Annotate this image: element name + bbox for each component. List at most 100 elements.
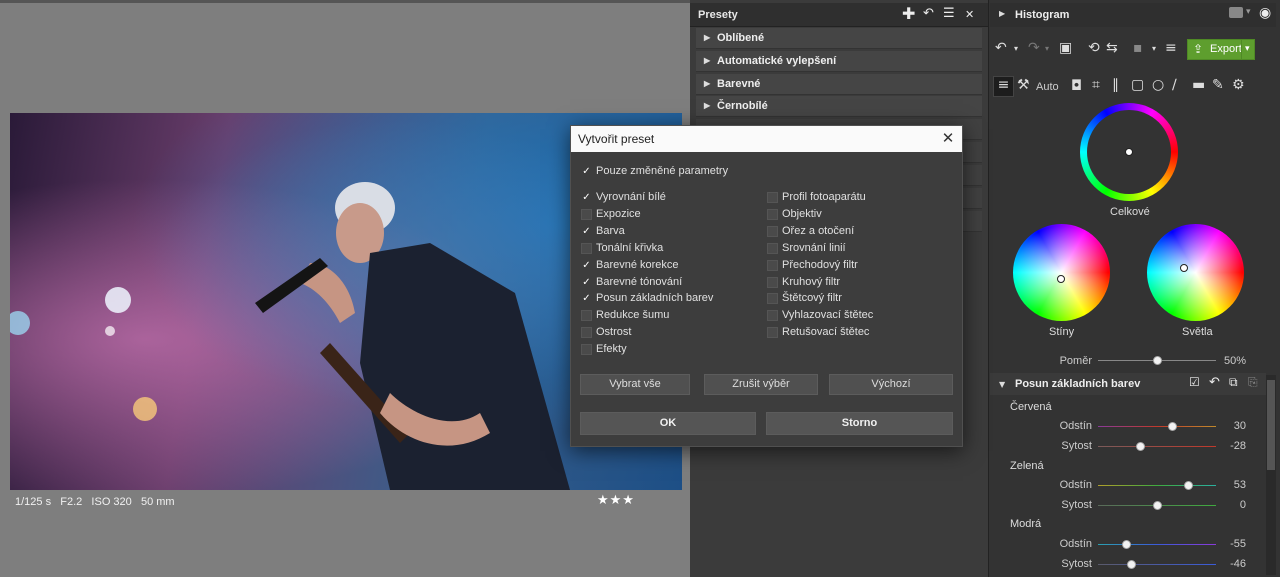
option-checkbox[interactable]: Expozice (581, 208, 641, 222)
option-checkbox[interactable]: Ořez a otočení (767, 225, 854, 239)
gear-icon[interactable]: ⚙ (1232, 77, 1245, 93)
export-dropdown-icon[interactable]: ▾ (1241, 39, 1255, 60)
preset-category-color[interactable]: ▶ Barevné (696, 74, 982, 95)
dialog-title: Vytvořit preset (578, 132, 655, 146)
presets-title: Presety (698, 9, 738, 21)
option-checkbox[interactable]: Retušovací štětec (767, 326, 869, 340)
green-hue-slider-track[interactable] (1098, 485, 1216, 486)
preset-category-bw[interactable]: ▶ Černobílé (696, 96, 982, 117)
chevron-down-icon[interactable]: ▾ (1152, 44, 1156, 53)
option-checkbox[interactable]: Redukce šumu (581, 309, 669, 323)
option-checkbox[interactable]: ✓ Barevné korekce (581, 259, 679, 273)
blue-hue-slider-knob[interactable] (1121, 540, 1131, 549)
saturation-label: Sytost (1061, 440, 1092, 452)
wheel-handle[interactable] (1057, 275, 1065, 283)
option-checkbox[interactable]: ✓ Posun základních barev (581, 292, 713, 306)
close-icon[interactable]: ✕ (965, 8, 974, 21)
scrollbar-thumb[interactable] (1267, 380, 1275, 470)
redo-icon[interactable]: ↷ (1028, 40, 1040, 56)
checkbox-icon (767, 192, 778, 203)
overall-color-wheel[interactable] (1080, 103, 1178, 201)
reset-icon[interactable]: ↶ (1209, 375, 1220, 390)
option-checkbox[interactable]: ✓ Barva (581, 225, 625, 239)
checkbox-icon (767, 327, 778, 339)
preset-category-auto[interactable]: ▶ Automatické vylepšení (696, 51, 982, 72)
undo-icon[interactable]: ↶ (995, 40, 1007, 56)
option-checkbox[interactable]: Srovnání linií (767, 242, 846, 256)
red-hue-slider-track[interactable] (1098, 426, 1216, 427)
camera-icon[interactable]: ◘ (1071, 78, 1082, 94)
option-label: Kruhový filtr (782, 275, 841, 288)
text-icon[interactable]: ▢ (1131, 77, 1144, 93)
ratio-slider-knob[interactable] (1152, 356, 1162, 365)
only-changed-checkbox[interactable]: ✓ Pouze změněné parametry (581, 165, 728, 179)
option-checkbox[interactable]: ✓ Barevné tónování (581, 276, 682, 290)
healing-brush-icon[interactable]: ✎ (1212, 77, 1224, 93)
green-saturation-slider-knob[interactable] (1152, 501, 1162, 510)
collapse-arrow-icon[interactable]: ▼ (999, 380, 1005, 389)
red-saturation-slider-knob[interactable] (1135, 442, 1145, 451)
star-rating[interactable]: ★★★ (597, 493, 635, 508)
deselect-all-button[interactable]: Zrušit výběr (704, 374, 818, 395)
expand-arrow-icon[interactable]: ▶ (999, 9, 1005, 18)
select-all-button[interactable]: Vybrat vše (580, 374, 690, 395)
crop-icon[interactable]: ⌗ (1092, 77, 1100, 93)
rotate-icon[interactable]: ⟲ (1088, 40, 1100, 56)
auto-wand-icon[interactable]: ⚒ (1017, 77, 1030, 93)
overall-wheel-label: Celkové (1110, 206, 1150, 218)
highlights-color-wheel[interactable] (1147, 224, 1244, 321)
save-icon[interactable]: ▪ (1133, 40, 1143, 56)
adjustments-tool-icon[interactable]: ≡ (993, 76, 1014, 97)
auto-label[interactable]: Auto (1036, 81, 1059, 93)
straighten-icon[interactable]: ∥ (1112, 77, 1119, 93)
blue-saturation-slider-knob[interactable] (1126, 560, 1136, 569)
menu-icon[interactable]: ☰ (943, 6, 955, 21)
green-hue-value: 53 (1233, 479, 1246, 491)
option-checkbox[interactable]: Ostrost (581, 326, 631, 340)
option-checkbox[interactable]: Kruhový filtr (767, 276, 840, 290)
option-checkbox[interactable]: ✓ Vyrovnání bílé (581, 191, 666, 205)
wheel-handle[interactable] (1180, 264, 1188, 272)
option-checkbox[interactable]: Profil fotoaparátu (767, 191, 866, 205)
default-button[interactable]: Výchozí (829, 374, 953, 395)
option-checkbox[interactable]: Štětcový filtr (767, 292, 842, 306)
option-label: Barevné korekce (596, 258, 679, 271)
blue-hue-value: -55 (1230, 538, 1246, 550)
image-compare-icon[interactable]: ▣ (1059, 40, 1072, 56)
green-group-label: Zelená (1010, 460, 1044, 472)
add-preset-icon[interactable]: ✚ (902, 4, 915, 23)
settings-sliders-icon[interactable]: ≡ (1165, 40, 1177, 56)
green-saturation-value: 0 (1239, 499, 1246, 511)
histogram-mode-icon[interactable] (1229, 7, 1243, 18)
flip-icon[interactable]: ⇆ (1106, 40, 1118, 56)
option-checkbox[interactable]: Efekty (581, 343, 627, 357)
shadows-color-wheel[interactable] (1013, 224, 1110, 321)
radial-filter-icon[interactable]: ○ (1152, 77, 1164, 93)
chevron-down-icon[interactable]: ▾ (1014, 44, 1018, 53)
wheel-handle[interactable] (1125, 148, 1133, 156)
checkbox-icon (767, 242, 778, 254)
option-checkbox[interactable]: Tonální křivka (581, 242, 663, 256)
preset-category-favorites[interactable]: ▶ Oblíbené (696, 28, 982, 49)
red-hue-slider-knob[interactable] (1167, 422, 1177, 431)
chevron-down-icon[interactable]: ▾ (1045, 44, 1049, 53)
brush-icon[interactable]: ∕ (1172, 77, 1177, 93)
option-checkbox[interactable]: Objektiv (767, 208, 822, 222)
red-saturation-slider-track[interactable] (1098, 446, 1216, 447)
option-checkbox[interactable]: Vyhlazovací štětec (767, 309, 873, 323)
ok-button[interactable]: OK (580, 412, 756, 435)
copy-icon[interactable]: ⧉ (1229, 375, 1238, 390)
cancel-button[interactable]: Storno (766, 412, 953, 435)
close-icon[interactable]: ✕ (939, 129, 957, 147)
option-label: Vyhlazovací štětec (782, 309, 874, 322)
enable-checkbox-icon[interactable]: ☑ (1189, 375, 1200, 389)
blue-saturation-slider-track[interactable] (1098, 564, 1216, 565)
chevron-down-icon[interactable]: ▾ (1246, 7, 1251, 17)
clipping-indicator-icon[interactable]: ◉ (1259, 5, 1271, 21)
eraser-icon[interactable]: ▬ (1192, 77, 1205, 93)
undo-icon[interactable]: ↶ (923, 6, 934, 21)
blue-hue-slider-track[interactable] (1098, 544, 1216, 545)
option-checkbox[interactable]: Přechodový filtr (767, 259, 858, 273)
paste-icon[interactable]: ⎘ (1248, 375, 1258, 390)
checkbox-icon (767, 293, 778, 305)
